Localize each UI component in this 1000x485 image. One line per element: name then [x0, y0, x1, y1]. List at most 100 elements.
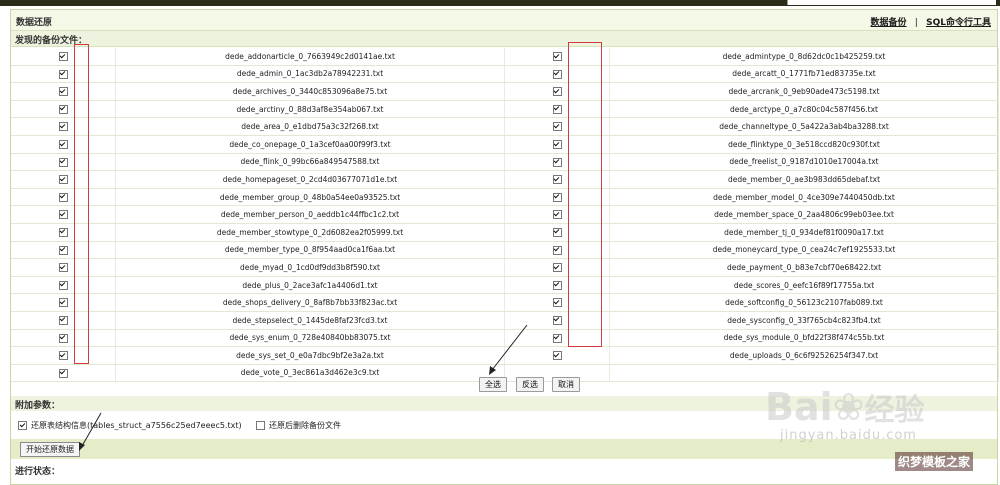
file-name: dede_member_stowtype_0_2d6082ea2f05999.t…: [115, 223, 505, 242]
file-name: dede_archives_0_3440c853096a8e75.txt: [115, 82, 505, 101]
file-checkbox[interactable]: [552, 140, 562, 150]
file-row: dede_member_person_0_aeddb1c44ffbc1c2.tx…: [11, 205, 999, 224]
file-checkbox-cell: [504, 48, 610, 66]
panel-header: 数据还原 数据备份 | SQL命令行工具: [11, 10, 997, 31]
file-checkbox[interactable]: [552, 157, 562, 167]
file-name: dede_softconfig_0_56123c2107fab089.txt: [609, 293, 999, 312]
file-checkbox[interactable]: [552, 263, 562, 273]
cancel-selection-button[interactable]: 取消: [552, 377, 580, 392]
selection-buttons: 全选 反选 取消: [11, 374, 997, 394]
file-checkbox[interactable]: [58, 69, 68, 79]
file-checkbox[interactable]: [58, 140, 68, 150]
file-checkbox[interactable]: [552, 87, 562, 97]
file-name: dede_admin_0_1ac3db2a78942231.txt: [115, 65, 505, 84]
file-checkbox[interactable]: [58, 351, 68, 361]
file-checkbox-cell: [11, 135, 116, 154]
file-checkbox[interactable]: [552, 333, 562, 343]
restore-panel: 数据还原 数据备份 | SQL命令行工具 发现的备份文件： dede_addon…: [10, 9, 999, 485]
file-name: dede_member_space_0_2aa4806c99eb03ee.txt: [609, 205, 999, 224]
file-row: dede_sys_enum_0_728e40840bb83075.txt dede…: [11, 329, 999, 348]
file-checkbox-cell: [11, 276, 116, 295]
file-name: dede_arctype_0_a7c80c04c587f456.txt: [609, 100, 999, 119]
file-name: dede_stepselect_0_1445de8faf23fcd3.txt: [115, 311, 505, 330]
file-checkbox[interactable]: [552, 227, 562, 237]
file-name: dede_admintype_0_8d62dc0c1b425259.txt: [609, 48, 999, 66]
file-checkbox[interactable]: [58, 245, 68, 255]
restore-struct-checkbox[interactable]: [18, 421, 27, 430]
file-row: dede_sys_set_0_e0a7dbc9bf2e3a2a.txt dede_…: [11, 346, 999, 365]
file-checkbox[interactable]: [58, 122, 68, 132]
file-checkbox[interactable]: [58, 315, 68, 325]
file-checkbox[interactable]: [552, 69, 562, 79]
file-name: dede_scores_0_eefc16f89f17755a.txt: [609, 276, 999, 295]
delete-after-label: 还原后删除备份文件: [269, 421, 341, 430]
file-row: dede_member_stowtype_0_2d6082ea2f05999.t…: [11, 223, 999, 242]
file-checkbox[interactable]: [552, 351, 562, 361]
delete-after-option[interactable]: 还原后删除备份文件: [256, 420, 341, 431]
params-area: 还原表结构信息(tables_struct_a7556c25ed7eeec5.t…: [11, 411, 997, 440]
file-checkbox-cell: [504, 117, 610, 136]
file-checkbox-cell: [504, 258, 610, 277]
file-checkbox[interactable]: [58, 298, 68, 308]
top-search-box[interactable]: [787, 0, 996, 5]
file-checkbox[interactable]: [552, 298, 562, 308]
file-row: dede_plus_0_2ace3afc1a4406d1.txt dede_sco…: [11, 276, 999, 295]
file-checkbox-cell: [504, 329, 610, 348]
file-checkbox[interactable]: [58, 263, 68, 273]
file-name: dede_member_type_0_8f954aad0ca1f6aa.txt: [115, 241, 505, 260]
file-row: dede_admin_0_1ac3db2a78942231.txt dede_ar…: [11, 65, 999, 84]
file-checkbox[interactable]: [552, 175, 562, 185]
top-bar: [0, 0, 1000, 6]
progress-section-label: 进行状态：: [15, 467, 61, 477]
file-checkbox[interactable]: [58, 333, 68, 343]
file-checkbox[interactable]: [58, 192, 68, 202]
file-checkbox[interactable]: [552, 210, 562, 220]
file-name: dede_sysconfig_0_33f765cb4c823fb4.txt: [609, 311, 999, 330]
file-checkbox[interactable]: [552, 104, 562, 114]
file-checkbox-cell: [504, 241, 610, 260]
restore-struct-option[interactable]: 还原表结构信息(tables_struct_a7556c25ed7eeec5.t…: [18, 420, 242, 431]
sql-tool-link[interactable]: SQL命令行工具: [926, 18, 991, 28]
backup-file-table: dede_addonarticle_0_7663949c2d0141ae.txt…: [11, 48, 999, 383]
file-checkbox[interactable]: [58, 280, 68, 290]
file-checkbox[interactable]: [58, 157, 68, 167]
file-checkbox-cell: [504, 82, 610, 101]
file-name: dede_sys_module_0_bfd22f38f474c55b.txt: [609, 329, 999, 348]
progress-section-header: 进行状态：: [11, 462, 997, 477]
file-checkbox[interactable]: [552, 122, 562, 132]
file-checkbox[interactable]: [58, 210, 68, 220]
file-name: dede_flinktype_0_3e518ccd820c930f.txt: [609, 135, 999, 154]
file-name: dede_member_tj_0_934def81f0090a17.txt: [609, 223, 999, 242]
invert-selection-button[interactable]: 反选: [516, 377, 544, 392]
file-checkbox[interactable]: [58, 175, 68, 185]
data-backup-link[interactable]: 数据备份: [871, 18, 907, 28]
file-checkbox[interactable]: [58, 227, 68, 237]
file-name: dede_channeltype_0_5a422a3ab4ba3288.txt: [609, 117, 999, 136]
file-name: dede_homepageset_0_2cd4d03677071d1e.txt: [115, 170, 505, 189]
file-checkbox-cell: [504, 135, 610, 154]
file-checkbox-cell: [11, 205, 116, 224]
file-checkbox[interactable]: [552, 245, 562, 255]
file-checkbox[interactable]: [552, 315, 562, 325]
file-checkbox[interactable]: [58, 87, 68, 97]
file-checkbox-cell: [11, 153, 116, 172]
delete-after-checkbox[interactable]: [256, 421, 265, 430]
file-checkbox[interactable]: [552, 280, 562, 290]
file-checkbox-cell: [11, 100, 116, 119]
file-checkbox-cell: [11, 329, 116, 348]
file-checkbox[interactable]: [552, 192, 562, 202]
select-all-button[interactable]: 全选: [479, 377, 507, 392]
file-name: dede_area_0_e1dbd75a3c32f268.txt: [115, 117, 505, 136]
file-row: dede_shops_delivery_0_8af8b7bb33f823ac.t…: [11, 293, 999, 312]
file-name: dede_co_onepage_0_1a3cef0aa00f99f3.txt: [115, 135, 505, 154]
file-checkbox[interactable]: [58, 52, 68, 62]
file-name: dede_sys_enum_0_728e40840bb83075.txt: [115, 329, 505, 348]
file-checkbox[interactable]: [552, 52, 562, 62]
file-name: dede_sys_set_0_e0a7dbc9bf2e3a2a.txt: [115, 346, 505, 365]
file-name: dede_addonarticle_0_7663949c2d0141ae.txt: [115, 48, 505, 66]
file-checkbox-cell: [504, 223, 610, 242]
file-checkbox[interactable]: [58, 104, 68, 114]
start-restore-button[interactable]: 开始还原数据: [20, 442, 80, 457]
file-row: dede_addonarticle_0_7663949c2d0141ae.txt…: [11, 48, 999, 66]
file-checkbox-cell: [11, 223, 116, 242]
